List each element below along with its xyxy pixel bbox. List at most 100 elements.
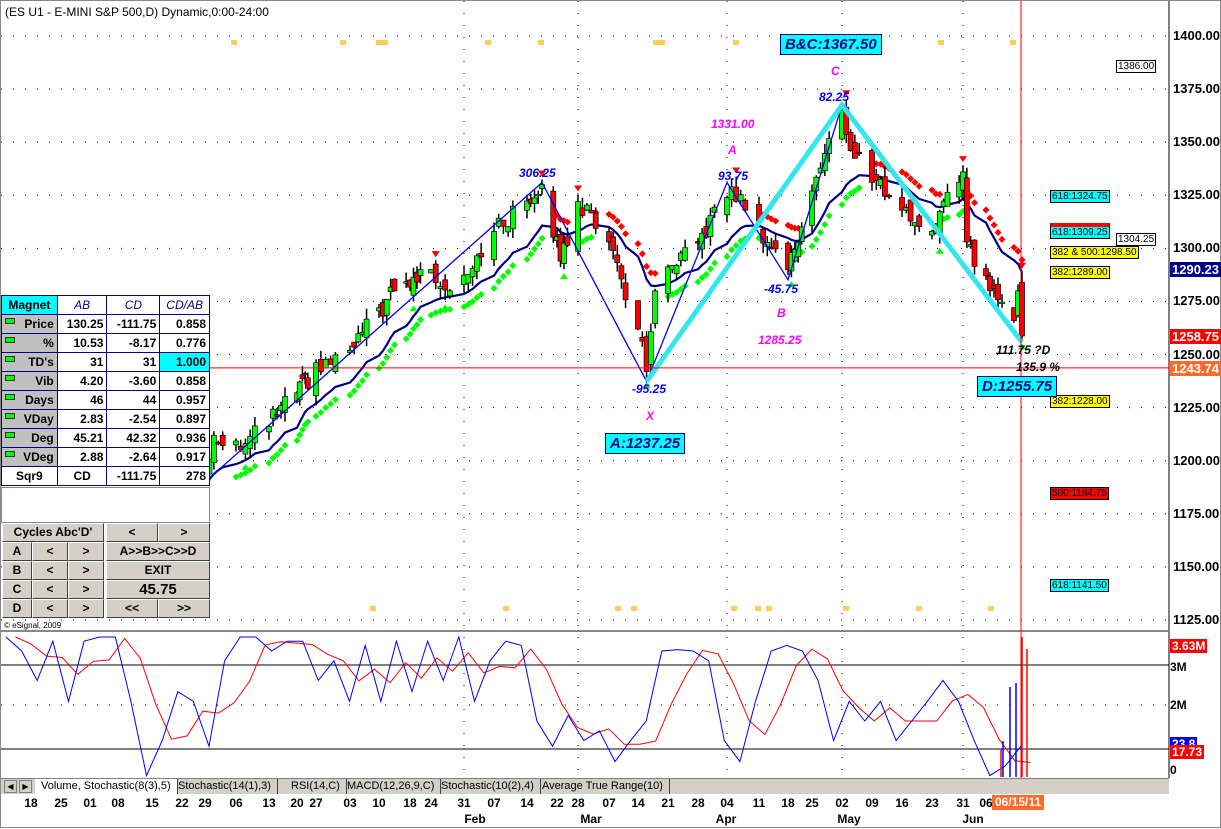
toggle-indicator-icon[interactable] — [5, 413, 15, 419]
candle — [531, 189, 538, 213]
magnet-row-label[interactable]: % — [1, 333, 58, 353]
cycle-a-next-button[interactable]: > — [68, 542, 104, 561]
magnet-header-row: Magnet AB CD CD/AB — [1, 295, 210, 315]
magnet-row-label[interactable]: Price — [1, 314, 58, 334]
magnet-row-label[interactable]: Vib — [1, 371, 58, 391]
study-tab[interactable]: Stochastic(14(1),3) — [172, 779, 278, 794]
study-tab[interactable]: MACD(12,26,9,C) — [341, 779, 442, 794]
volume-last-label: 3.63M — [1170, 639, 1208, 653]
date-axis-label: 04 — [720, 796, 734, 810]
toggle-indicator-icon[interactable] — [5, 356, 15, 362]
study-tabs: ◀ ▶ Volume, Stochastic(8(3),5) Stochastic… — [1, 778, 1169, 794]
toggle-indicator-icon[interactable] — [5, 432, 15, 438]
toggle-indicator-icon[interactable] — [5, 394, 15, 400]
candle — [869, 148, 875, 191]
step-back-button[interactable]: << — [106, 599, 158, 618]
cycle-marker — [485, 40, 491, 45]
step-forward-button[interactable]: >> — [158, 599, 210, 618]
fib-level-label: 382 & 500:1298.50 — [1050, 245, 1139, 259]
magnet-cell-text: 31 — [142, 355, 157, 369]
current-date-marker: 06/15/11 — [992, 795, 1045, 810]
support-dot — [331, 396, 339, 404]
magnet-cell: 0.917 — [159, 447, 210, 467]
cycle-point-c-button[interactable]: C — [2, 580, 32, 599]
tab-scroll-right-icon[interactable]: ▶ — [19, 780, 32, 793]
fib-level-label: 382:1228.00 — [1050, 395, 1110, 409]
resistance-dot — [651, 269, 659, 277]
cycles-title-button[interactable]: Cycles Abc'D' — [2, 523, 104, 542]
magnet-row-label[interactable]: VDeg — [1, 447, 58, 467]
pattern-label-a-letter: A — [728, 143, 737, 157]
cycles-prev-button[interactable]: < — [106, 523, 158, 542]
candle — [742, 198, 749, 213]
price-axis-label: 1275.00 — [1173, 293, 1220, 309]
cycle-marker — [370, 606, 376, 611]
cycle-marker — [938, 40, 944, 45]
cycle-c-prev-button[interactable]: < — [32, 580, 68, 599]
support-dot — [530, 245, 539, 253]
resistance-dot — [994, 228, 1002, 236]
support-dot — [728, 246, 736, 254]
cycle-marker — [1010, 40, 1016, 45]
cycle-d-next-button[interactable]: > — [68, 599, 104, 618]
magnet-cell-text: 0.936 — [175, 431, 206, 445]
toggle-indicator-icon[interactable] — [5, 375, 15, 381]
date-axis-label: 22 — [550, 796, 564, 810]
magnet-row: VDay 2.83 -2.54 0.897 — [1, 409, 210, 429]
magnet-row-label[interactable]: Deg — [1, 428, 58, 448]
study-tab[interactable]: Average True Range(10) — [536, 779, 670, 794]
date-axis-label: 28 — [691, 796, 705, 810]
swing-high-marker — [431, 251, 440, 258]
cycle-a-prev-button[interactable]: < — [32, 542, 68, 561]
price-highlight: 1258.75 — [1170, 328, 1221, 344]
resistance-dot — [622, 230, 630, 238]
cycle-b-next-button[interactable]: > — [68, 561, 104, 580]
cycle-b-prev-button[interactable]: < — [32, 561, 68, 580]
cycle-value-display: 45.75 — [106, 580, 210, 599]
support-dot — [402, 335, 410, 343]
price-axis-label: 1400.00 — [1173, 28, 1220, 43]
cycle-point-d-button[interactable]: D — [2, 599, 32, 618]
resistance-dot — [990, 221, 998, 229]
candle — [282, 387, 288, 422]
magnet-cell: 0.957 — [159, 390, 210, 410]
date-axis-label: 07 — [487, 796, 501, 810]
magnet-cell-text: 0.957 — [175, 393, 206, 407]
swing-low-marker — [441, 304, 450, 311]
magnet-row-label[interactable]: TD's — [1, 352, 58, 372]
price-axis-label: 1175.00 — [1173, 505, 1220, 521]
cycles-next-button[interactable]: > — [158, 523, 210, 542]
cycle-c-next-button[interactable]: > — [68, 580, 104, 599]
toggle-indicator-icon[interactable] — [5, 337, 15, 343]
date-axis-label: 21 — [661, 796, 675, 810]
price-axis-label: 1250.00 — [1173, 346, 1220, 362]
tab-scroll-left-icon[interactable]: ◀ — [4, 780, 17, 793]
cycle-marker — [733, 40, 739, 45]
study-tab[interactable]: Stochastic(10(2),4) — [435, 779, 541, 794]
toggle-indicator-icon[interactable] — [5, 451, 15, 457]
price-box: 1304.25 — [1116, 233, 1157, 247]
cycle-point-a-button[interactable]: A — [2, 542, 32, 561]
date-axis-label: 22 — [175, 796, 189, 810]
cycle-marker — [631, 606, 637, 611]
pattern-label-p1: 306.25 — [519, 166, 556, 180]
toggle-indicator-icon[interactable] — [5, 318, 15, 324]
xabcd-pattern-line — [204, 104, 843, 483]
cycle-d-prev-button[interactable]: < — [32, 599, 68, 618]
sequence-button[interactable]: A>>B>>C>>D — [106, 542, 210, 561]
study-tab[interactable]: Volume, Stochastic(8(3),5) — [35, 779, 178, 794]
pattern-label-a-val: 93.75 — [718, 169, 749, 183]
support-dot — [838, 201, 846, 209]
candle — [971, 239, 978, 275]
magnet-row-label[interactable]: VDay — [1, 409, 58, 429]
candle — [318, 350, 324, 376]
cycle-point-b-button[interactable]: B — [2, 561, 32, 580]
magnet-row-label[interactable]: Days — [1, 390, 58, 410]
month-axis-label: May — [837, 812, 861, 826]
pattern-label-d-pct: 135.9 % — [1016, 360, 1061, 374]
study-tab[interactable]: RSI(14,C) — [285, 779, 347, 794]
date-axis-label: 25 — [54, 796, 68, 810]
exit-button[interactable]: EXIT — [106, 561, 210, 580]
swing-high-marker — [574, 185, 582, 192]
magnet-cell: 130.25 — [56, 314, 108, 334]
